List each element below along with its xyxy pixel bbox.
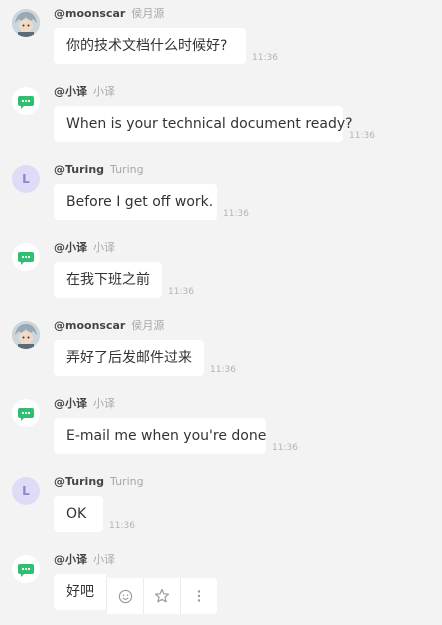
message-bubble[interactable]: OK — [54, 496, 103, 532]
message-header: @小译 小译 — [54, 552, 115, 568]
message-bubble[interactable]: 你的技术文档什么时候好? — [54, 28, 246, 64]
sender-display-name: Turing — [110, 163, 144, 176]
message-row: @小译 小译在我下班之前 11:36 — [0, 234, 442, 312]
message-row: @moonscar 侯月源弄好了后发邮件过来 11:36 — [0, 312, 442, 390]
message-timestamp: 11:36 — [223, 209, 249, 219]
message-hover-toolbar — [106, 578, 217, 614]
favorite-button[interactable] — [143, 578, 180, 614]
sender-handle[interactable]: @moonscar — [54, 7, 125, 20]
sender-handle[interactable]: @小译 — [54, 85, 87, 98]
sender-display-name: Turing — [110, 475, 144, 488]
sender-handle[interactable]: @moonscar — [54, 319, 125, 332]
sender-display-name: 小译 — [93, 553, 115, 566]
sender-handle[interactable]: @小译 — [54, 241, 87, 254]
sender-handle[interactable]: @Turing — [54, 163, 104, 176]
sender-display-name: 小译 — [93, 241, 115, 254]
message-row: @小译 小译 E-mail me when you're done 11:36 — [0, 390, 442, 468]
more-vertical-icon — [197, 589, 201, 603]
emoji-reaction-icon — [118, 589, 133, 604]
message-bubble[interactable]: When is your technical document ready? — [54, 106, 353, 142]
avatar-letter: L — [22, 484, 30, 498]
message-row: L @Turing Turing OK 11:36 — [0, 468, 442, 546]
sender-display-name: 小译 — [93, 85, 115, 98]
message-row: @小译 小译好吧 — [0, 546, 442, 624]
user-avatar[interactable] — [12, 9, 40, 37]
message-row: @小译 小译 When is your technical document rea… — [0, 78, 442, 156]
sender-handle[interactable]: @小译 — [54, 397, 87, 410]
message-header: @Turing Turing — [54, 474, 144, 490]
star-icon — [154, 588, 170, 604]
more-options-button[interactable] — [180, 578, 217, 614]
message-header: @小译 小译 — [54, 396, 115, 412]
message-header: @moonscar 侯月源 — [54, 6, 164, 22]
user-avatar[interactable] — [12, 321, 40, 349]
chat-message-list: @moonscar 侯月源 你的技术文档什么时候好? 11:36 @小译 小译 When i… — [0, 0, 442, 625]
message-timestamp: 11:36 — [168, 287, 194, 297]
message-timestamp: 11:36 — [252, 53, 278, 63]
message-bubble[interactable]: 在我下班之前 — [54, 262, 162, 298]
message-bubble[interactable]: 弄好了后发邮件过来 — [54, 340, 204, 376]
bot-avatar-icon[interactable] — [12, 243, 40, 271]
message-header: @小译 小译 — [54, 84, 115, 100]
message-bubble[interactable]: E-mail me when you're done — [54, 418, 266, 454]
message-header: @moonscar 侯月源 — [54, 318, 164, 334]
message-row: @moonscar 侯月源你的技术文档什么时候好? 11:36 — [0, 0, 442, 78]
emoji-reaction-button[interactable] — [106, 578, 143, 614]
sender-handle[interactable]: @Turing — [54, 475, 104, 488]
bot-avatar-icon[interactable] — [12, 87, 40, 115]
message-header: @小译 小译 — [54, 240, 115, 256]
message-bubble[interactable]: 好吧 — [54, 574, 106, 610]
sender-display-name: 侯月源 — [131, 7, 165, 20]
message-timestamp: 11:36 — [109, 521, 135, 531]
message-bubble[interactable]: Before I get off work. — [54, 184, 217, 220]
sender-display-name: 侯月源 — [131, 319, 165, 332]
message-header: @Turing Turing — [54, 162, 144, 178]
message-row: L @Turing Turing Before I get off work. 11:3… — [0, 156, 442, 234]
avatar-letter: L — [22, 172, 30, 186]
user-avatar[interactable]: L — [12, 477, 40, 505]
sender-display-name: 小译 — [93, 397, 115, 410]
message-timestamp: 11:36 — [272, 443, 298, 453]
bot-avatar-icon[interactable] — [12, 555, 40, 583]
bot-avatar-icon[interactable] — [12, 399, 40, 427]
message-timestamp: 11:36 — [349, 131, 375, 141]
user-avatar[interactable]: L — [12, 165, 40, 193]
sender-handle[interactable]: @小译 — [54, 553, 87, 566]
message-timestamp: 11:36 — [210, 365, 236, 375]
